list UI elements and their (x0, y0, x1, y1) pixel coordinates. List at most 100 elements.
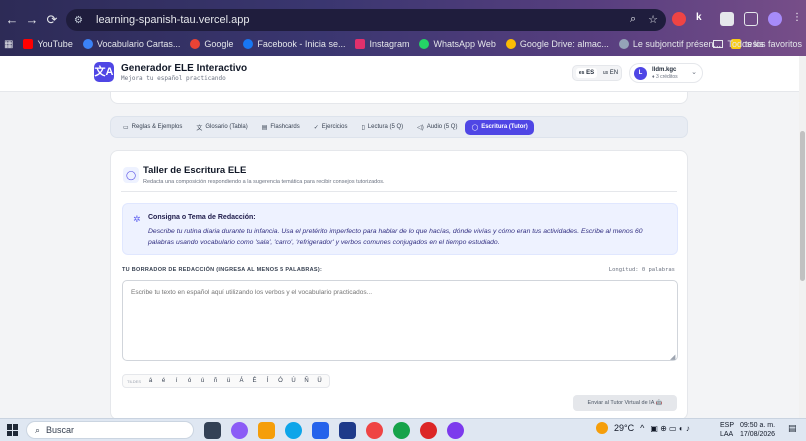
puzzle-icon[interactable] (744, 12, 758, 26)
char-key[interactable]: ü (223, 376, 234, 386)
flag-en-icon: us (602, 70, 609, 76)
char-key[interactable]: ó (184, 376, 195, 386)
divider (121, 191, 677, 192)
prompt-title: Consigna o Tema de Redacción: (148, 214, 256, 221)
translate-logo-icon: 文A (94, 62, 114, 82)
back-icon[interactable]: ← (4, 12, 20, 28)
extensions-row: k ⋮ (672, 12, 806, 26)
char-key[interactable]: Í (262, 376, 273, 386)
file-explorer-icon[interactable] (258, 422, 275, 439)
char-key[interactable]: ñ (210, 376, 221, 386)
chrome-icon[interactable] (393, 422, 410, 439)
bookmark-instagram[interactable]: Instagram (355, 39, 409, 49)
task-view-icon[interactable] (204, 422, 221, 439)
app-subtitle: Mejora tu español practicando (121, 75, 226, 82)
taskbar-search[interactable]: ⌕ Buscar (26, 421, 194, 439)
site-settings-icon[interactable]: ⚙ (74, 15, 90, 26)
char-key[interactable]: í (171, 376, 182, 386)
char-key[interactable]: Á (236, 376, 247, 386)
instagram-icon (355, 39, 366, 49)
tab-escritura[interactable]: ◯ Escritura (Tutor) (465, 119, 534, 135)
tab-audio[interactable]: ◁) Audio (5 Q) (411, 120, 463, 135)
windows-taskbar: ⌕ Buscar 29°C ^ ▣ ⊕ ▭ ◐ ♪ ESP LAA 09:50 a.… (0, 418, 806, 441)
char-key[interactable]: Ó (275, 376, 286, 386)
tab-reglas[interactable]: ▭ Reglas & Ejemplos (117, 120, 188, 135)
bookmark-google[interactable]: Google (190, 39, 233, 49)
folder-icon (713, 40, 724, 48)
windows-start-icon[interactable] (7, 424, 19, 436)
user-menu[interactable]: L lldm.kgc ♦ 3 créditos ⌄ (629, 63, 703, 83)
edge-icon[interactable] (285, 422, 302, 439)
send-to-tutor-button[interactable]: Enviar al Tutor Virtual de IA 🤖 (573, 395, 677, 411)
char-key[interactable]: ú (197, 376, 208, 386)
speaker-icon: ◁) (417, 124, 424, 131)
char-key[interactable]: É (249, 376, 260, 386)
address-bar[interactable]: ⚙ learning-spanish-tau.vercel.app ⌕ ☆ (66, 9, 666, 31)
outlook-icon[interactable] (312, 422, 329, 439)
forward-icon[interactable]: → (24, 12, 40, 28)
bookmark-subjonctif[interactable]: Le subjonctif présen... (618, 39, 721, 49)
tab-ejercicios[interactable]: ✓ Ejercicios (308, 120, 354, 135)
char-key[interactable]: á (145, 376, 156, 386)
reload-icon[interactable]: ⟳ (44, 12, 60, 28)
whatsapp-icon (419, 39, 430, 49)
clock[interactable]: ESP LAA 09:50 a. m. 17/08/2026 (720, 421, 775, 439)
input-language[interactable]: ESP LAA (720, 421, 734, 439)
sparkles-icon: ✲ (133, 214, 141, 224)
char-key[interactable]: Ú (288, 376, 299, 386)
weather-icon[interactable] (596, 422, 608, 434)
lang-es-button[interactable]: es ES (575, 68, 598, 78)
translate-icon: 文 (196, 125, 203, 132)
lang-en-button[interactable]: us EN (603, 70, 618, 76)
tab-lectura[interactable]: ▯ Lectura (5 Q) (355, 120, 409, 135)
teams-icon[interactable] (447, 422, 464, 439)
app-icon[interactable] (366, 422, 383, 439)
google-icon (190, 39, 201, 49)
weather-temp: 29°C (614, 423, 635, 433)
prompt-text: Describe tu rutina diaria durante tu inf… (148, 228, 643, 246)
chrome-icon[interactable] (420, 422, 437, 439)
tab-glosario[interactable]: 文 Glosario (Tabla) (190, 120, 253, 135)
draft-textarea[interactable] (122, 280, 678, 361)
accents-label: TILDES (127, 378, 142, 384)
bookmark-vocabulario[interactable]: Vocabulario Cartas... (82, 39, 180, 49)
page-scrollbar[interactable] (799, 56, 806, 418)
vocabulario-icon (82, 39, 93, 49)
app-icon[interactable] (339, 422, 356, 439)
book-icon: ▭ (123, 124, 129, 131)
scroll-thumb[interactable] (800, 131, 805, 281)
zoom-icon[interactable]: ⌕ (630, 13, 636, 26)
cards-icon: ▤ (261, 124, 268, 131)
apps-grid-icon[interactable]: ▦ (4, 39, 13, 50)
bookmark-facebook[interactable]: Facebook - Inicia se... (243, 39, 345, 49)
profile-avatar[interactable] (768, 12, 782, 26)
bookmark-star-icon[interactable]: ☆ (648, 13, 658, 26)
menu-dots-icon[interactable]: ⋮ (792, 12, 806, 26)
chat-bubble-icon: ◯ (471, 124, 479, 131)
card-title: Taller de Escritura ELE (143, 165, 247, 176)
extension-icon[interactable] (672, 12, 686, 26)
bookmark-youtube[interactable]: YouTube (23, 39, 73, 49)
writing-prompt: ✲ Consigna o Tema de Redacción: Describe… (122, 203, 678, 255)
flag-es-icon: es (578, 70, 585, 76)
bookmark-drive[interactable]: Google Drive: almac... (505, 39, 609, 49)
tab-flashcards[interactable]: ▤ Flashcards (256, 120, 306, 135)
extension-icon[interactable] (720, 12, 734, 26)
site-icon (618, 39, 629, 49)
copilot-icon[interactable] (231, 422, 248, 439)
chevron-up-icon[interactable]: ^ (640, 423, 644, 433)
bookmark-whatsapp[interactable]: WhatsApp Web (419, 39, 496, 49)
accent-keyboard: TILDES á é í ó ú ñ ü Á É Í Ó Ú Ñ Ü (122, 374, 331, 388)
notification-icon[interactable]: ▤ (788, 423, 800, 435)
char-key[interactable]: Ñ (301, 376, 312, 386)
date: 17/08/2026 (740, 431, 776, 438)
char-key[interactable]: é (158, 376, 169, 386)
tray-icons[interactable]: ▣ ⊕ ▭ ◐ ♪ (650, 424, 690, 433)
resize-grip-icon[interactable]: ◢ (670, 353, 675, 361)
bookmarks-bar: ▦ YouTube Vocabulario Cartas... Google F… (0, 34, 806, 54)
char-key[interactable]: Ü (314, 376, 325, 386)
all-bookmarks[interactable]: Todos los favoritos (713, 34, 802, 54)
k-extension-icon[interactable]: k (696, 12, 710, 26)
module-tabs: ▭ Reglas & Ejemplos 文 Glosario (Tabla) ▤ Fl… (110, 116, 688, 138)
url-text: learning-spanish-tau.vercel.app (96, 14, 250, 26)
